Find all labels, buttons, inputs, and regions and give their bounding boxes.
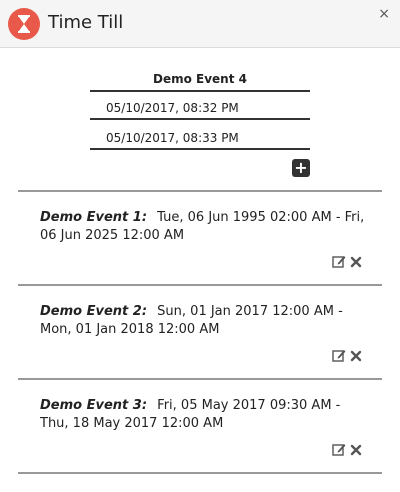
list-item: Demo Event 2: Sun, 01 Jan 2017 12:00 AM … <box>0 286 400 380</box>
event-name: Demo Event 3: <box>40 398 148 413</box>
edit-icon[interactable] <box>332 347 346 366</box>
delete-icon[interactable] <box>350 253 362 272</box>
divider <box>18 472 382 474</box>
app-title: Time Till <box>48 12 124 33</box>
event-name: Demo Event 1: <box>40 210 148 225</box>
event-text: Demo Event 2: Sun, 01 Jan 2017 12:00 AM … <box>40 303 370 339</box>
end-datetime-input[interactable] <box>90 128 310 150</box>
event-name: Demo Event 2: <box>40 304 148 319</box>
delete-icon[interactable] <box>350 347 362 366</box>
close-button[interactable]: × <box>378 6 390 22</box>
event-text: Demo Event 3: Fri, 05 May 2017 09:30 AM … <box>40 397 370 433</box>
add-event-button[interactable]: + <box>292 159 310 177</box>
title-bar: Time Till × <box>0 0 400 48</box>
edit-icon[interactable] <box>332 441 346 460</box>
event-name-input[interactable] <box>90 68 310 92</box>
start-datetime-input[interactable] <box>90 98 310 120</box>
delete-icon[interactable] <box>350 441 362 460</box>
hourglass-icon <box>8 8 40 40</box>
list-item: Demo Event 3: Fri, 05 May 2017 09:30 AM … <box>0 380 400 474</box>
event-text: Demo Event 1: Tue, 06 Jun 1995 02:00 AM … <box>40 209 370 245</box>
list-item: Demo Event 1: Tue, 06 Jun 1995 02:00 AM … <box>0 192 400 286</box>
edit-icon[interactable] <box>332 253 346 272</box>
